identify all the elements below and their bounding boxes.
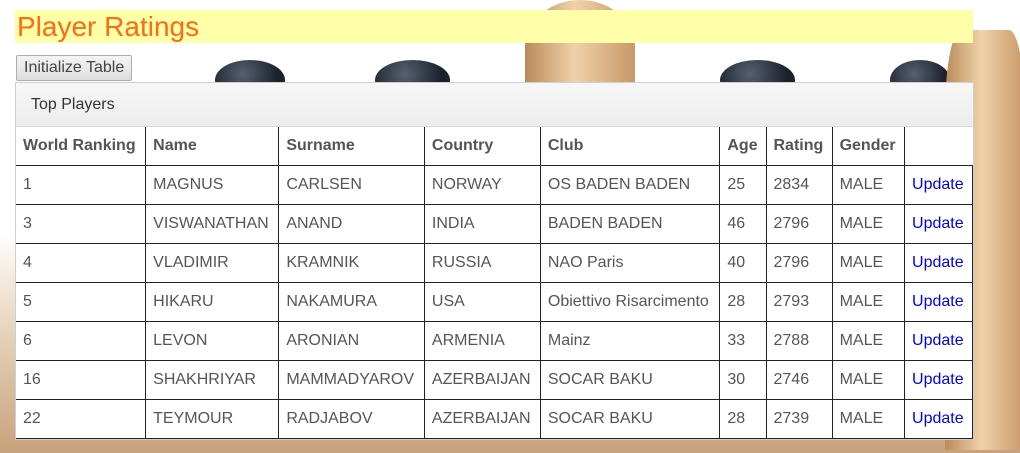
update-link[interactable]: Update bbox=[912, 254, 964, 271]
cell-country: NORWAY bbox=[423, 165, 541, 205]
header-age: Age bbox=[719, 127, 767, 166]
cell-name: TEYMOUR bbox=[145, 399, 280, 439]
header-world-ranking: World Ranking bbox=[16, 127, 147, 166]
cell-surname: ARONIAN bbox=[278, 321, 425, 361]
cell-rating: 2834 bbox=[765, 165, 833, 205]
cell-club: Mainz bbox=[539, 321, 721, 361]
cell-world-ranking: 16 bbox=[16, 360, 147, 400]
cell-surname: MAMMADYAROV bbox=[278, 360, 425, 400]
update-cell: Update bbox=[904, 321, 973, 361]
update-cell: Update bbox=[904, 360, 973, 400]
cell-country: ARMENIA bbox=[423, 321, 541, 361]
header-surname: Surname bbox=[278, 127, 425, 166]
cell-name: HIKARU bbox=[145, 282, 280, 322]
cell-age: 28 bbox=[719, 399, 767, 439]
header-club: Club bbox=[539, 127, 721, 166]
update-cell: Update bbox=[904, 204, 973, 244]
table-row: 1 MAGNUS CARLSEN NORWAY OS BADEN BADEN 25 2834… bbox=[16, 165, 973, 205]
table-row: 5 HIKARU NAKAMURA USA Obiettivo Risarcimento… bbox=[16, 282, 973, 322]
table-row: 22 TEYMOUR RADJABOV AZERBAIJAN SOCAR BAKU 28 2… bbox=[16, 399, 973, 439]
update-link[interactable]: Update bbox=[912, 176, 964, 193]
update-link[interactable]: Update bbox=[912, 293, 964, 310]
cell-age: 46 bbox=[719, 204, 767, 244]
cell-surname: ANAND bbox=[278, 204, 425, 244]
cell-country: USA bbox=[423, 282, 541, 322]
cell-surname: RADJABOV bbox=[278, 399, 425, 439]
cell-country: RUSSIA bbox=[423, 243, 541, 283]
cell-world-ranking: 22 bbox=[16, 399, 147, 439]
cell-club: Obiettivo Risarcimento bbox=[539, 282, 721, 322]
header-actions bbox=[904, 127, 973, 166]
cell-rating: 2739 bbox=[765, 399, 833, 439]
cell-name: VISWANATHAN bbox=[145, 204, 280, 244]
panel-heading: Top Players bbox=[16, 83, 973, 127]
cell-age: 28 bbox=[719, 282, 767, 322]
cell-surname: NAKAMURA bbox=[278, 282, 425, 322]
initialize-table-button[interactable]: Initialize Table bbox=[16, 55, 133, 81]
update-link[interactable]: Update bbox=[912, 410, 964, 427]
cell-club: BADEN BADEN bbox=[539, 204, 721, 244]
header-name: Name bbox=[145, 127, 280, 166]
header-rating: Rating bbox=[765, 127, 833, 166]
cell-club: SOCAR BAKU bbox=[539, 399, 721, 439]
header-country: Country bbox=[423, 127, 541, 166]
cell-country: INDIA bbox=[423, 204, 541, 244]
table-header-row: World Ranking Name Surname Country Club Age Ra… bbox=[16, 127, 973, 166]
cell-world-ranking: 4 bbox=[16, 243, 147, 283]
cell-age: 40 bbox=[719, 243, 767, 283]
cell-gender: MALE bbox=[831, 399, 906, 439]
cell-world-ranking: 1 bbox=[16, 165, 147, 205]
table-row: 6 LEVON ARONIAN ARMENIA Mainz 33 2788 MALE Updat… bbox=[16, 321, 973, 361]
update-cell: Update bbox=[904, 399, 973, 439]
table-row: 4 VLADIMIR KRAMNIK RUSSIA NAO Paris 40 2796 MAL… bbox=[16, 243, 973, 283]
cell-age: 25 bbox=[719, 165, 767, 205]
cell-club: NAO Paris bbox=[539, 243, 721, 283]
cell-name: SHAKHRIYAR bbox=[145, 360, 280, 400]
update-link[interactable]: Update bbox=[912, 215, 964, 232]
update-cell: Update bbox=[904, 243, 973, 283]
page-title: Player Ratings bbox=[17, 11, 200, 42]
cell-club: OS BADEN BADEN bbox=[539, 165, 721, 205]
cell-club: SOCAR BAKU bbox=[539, 360, 721, 400]
update-cell: Update bbox=[904, 165, 973, 205]
cell-name: LEVON bbox=[145, 321, 280, 361]
top-players-panel: Top Players World Ranking Name Surname Coun… bbox=[15, 82, 974, 440]
cell-gender: MALE bbox=[831, 204, 906, 244]
cell-rating: 2796 bbox=[765, 243, 833, 283]
cell-age: 33 bbox=[719, 321, 767, 361]
cell-gender: MALE bbox=[831, 321, 906, 361]
table-row: 3 VISWANATHAN ANAND INDIA BADEN BADEN 46 2796 M… bbox=[16, 204, 973, 244]
update-link[interactable]: Update bbox=[912, 371, 964, 388]
cell-gender: MALE bbox=[831, 243, 906, 283]
cell-world-ranking: 5 bbox=[16, 282, 147, 322]
update-cell: Update bbox=[904, 282, 973, 322]
table-row: 16 SHAKHRIYAR MAMMADYAROV AZERBAIJAN SOCAR B… bbox=[16, 360, 973, 400]
cell-name: MAGNUS bbox=[145, 165, 280, 205]
cell-world-ranking: 3 bbox=[16, 204, 147, 244]
title-bar: Player Ratings bbox=[15, 10, 973, 43]
cell-gender: MALE bbox=[831, 360, 906, 400]
cell-country: AZERBAIJAN bbox=[423, 399, 541, 439]
cell-name: VLADIMIR bbox=[145, 243, 280, 283]
cell-age: 30 bbox=[719, 360, 767, 400]
header-gender: Gender bbox=[831, 127, 906, 166]
cell-gender: MALE bbox=[831, 165, 906, 205]
cell-surname: KRAMNIK bbox=[278, 243, 425, 283]
cell-world-ranking: 6 bbox=[16, 321, 147, 361]
update-link[interactable]: Update bbox=[912, 332, 964, 349]
cell-rating: 2796 bbox=[765, 204, 833, 244]
cell-country: AZERBAIJAN bbox=[423, 360, 541, 400]
cell-rating: 2793 bbox=[765, 282, 833, 322]
cell-rating: 2746 bbox=[765, 360, 833, 400]
cell-surname: CARLSEN bbox=[278, 165, 425, 205]
players-table: World Ranking Name Surname Country Club Age Ra… bbox=[16, 127, 973, 439]
cell-rating: 2788 bbox=[765, 321, 833, 361]
cell-gender: MALE bbox=[831, 282, 906, 322]
table-body: 1 MAGNUS CARLSEN NORWAY OS BADEN BADEN 25 2834… bbox=[16, 165, 973, 439]
